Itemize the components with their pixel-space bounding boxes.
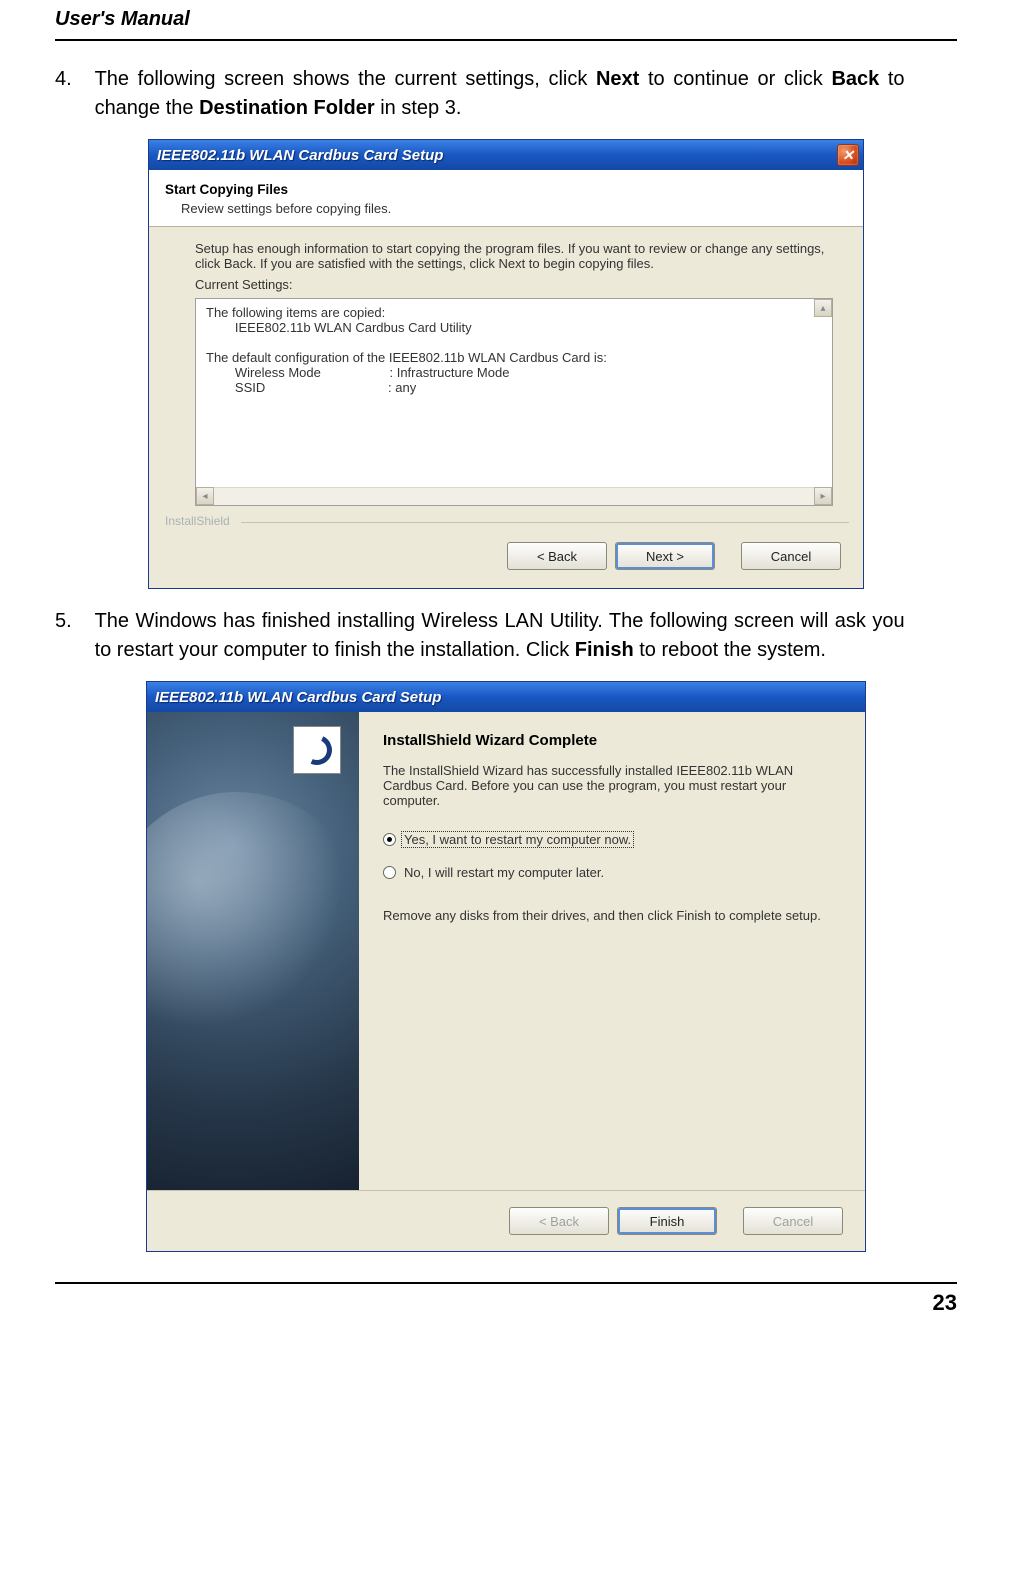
- scroll-left-button[interactable]: ◂: [196, 487, 214, 505]
- radio-yes-label: Yes, I want to restart my computer now.: [402, 832, 633, 847]
- radio-yes[interactable]: [383, 833, 396, 846]
- step-5-frag2: to reboot the system.: [634, 639, 826, 661]
- back-button[interactable]: < Back: [507, 542, 607, 570]
- wizard-header: Start Copying Files Review settings befo…: [149, 170, 863, 227]
- titlebar[interactable]: IEEE802.11b WLAN Cardbus Card Setup: [147, 682, 865, 712]
- wizard-remove-disk-text: Remove any disks from their drives, and …: [383, 908, 835, 923]
- step-5: 5. The Windows has finished installing W…: [55, 607, 957, 665]
- footer-rule: [55, 1282, 957, 1284]
- current-settings-label: Current Settings:: [195, 277, 833, 292]
- wizard-header-sub: Review settings before copying files.: [181, 201, 849, 216]
- button-row: < Back Finish Cancel: [147, 1190, 865, 1251]
- radio-no-row[interactable]: No, I will restart my computer later.: [383, 865, 835, 880]
- step-5-text: The Windows has finished installing Wire…: [95, 607, 905, 665]
- current-settings-box: The following items are copied: IEEE802.…: [195, 298, 833, 506]
- step-4-frag2: to continue or click: [639, 68, 831, 90]
- step-4-text: The following screen shows the current s…: [95, 65, 905, 123]
- step-4-bold-dest: Destination Folder: [199, 97, 375, 119]
- step-4-bold-next: Next: [596, 68, 639, 90]
- step-4: 4. The following screen shows the curren…: [55, 65, 957, 123]
- wizard-complete-heading: InstallShield Wizard Complete: [383, 732, 835, 749]
- settings-line: [206, 335, 822, 350]
- radio-no[interactable]: [383, 866, 396, 879]
- wizard-header-title: Start Copying Files: [165, 182, 849, 197]
- step-4-bold-back: Back: [831, 68, 879, 90]
- titlebar[interactable]: IEEE802.11b WLAN Cardbus Card Setup ✕: [149, 140, 863, 170]
- step-5-bold-finish: Finish: [575, 639, 634, 661]
- settings-line: IEEE802.11b WLAN Cardbus Card Utility: [206, 320, 822, 335]
- scroll-track[interactable]: [214, 487, 814, 505]
- step-4-frag4: in step 3.: [375, 97, 462, 119]
- radio-no-label: No, I will restart my computer later.: [402, 865, 606, 880]
- setup-icon: [293, 726, 341, 774]
- scroll-right-button[interactable]: ▸: [814, 487, 832, 505]
- window-title: IEEE802.11b WLAN Cardbus Card Setup: [157, 147, 837, 164]
- finish-button[interactable]: Finish: [617, 1207, 717, 1235]
- dialog-wizard-complete: IEEE802.11b WLAN Cardbus Card Setup Inst…: [146, 681, 866, 1252]
- dialog-start-copying: IEEE802.11b WLAN Cardbus Card Setup ✕ St…: [148, 139, 864, 589]
- page-number: 23: [55, 1290, 957, 1316]
- wizard-complete-text: The InstallShield Wizard has successfull…: [383, 763, 835, 808]
- wizard-info-text: Setup has enough information to start co…: [195, 241, 833, 271]
- wizard-side-graphic: [147, 712, 359, 1190]
- settings-line: SSID : any: [206, 380, 822, 395]
- next-button[interactable]: Next >: [615, 542, 715, 570]
- button-row: < Back Next > Cancel: [149, 528, 863, 588]
- scroll-up-button[interactable]: ▴: [814, 299, 832, 317]
- cancel-button[interactable]: Cancel: [741, 542, 841, 570]
- header-rule: [55, 39, 957, 41]
- page-header: User's Manual: [55, 8, 957, 31]
- cancel-button: Cancel: [743, 1207, 843, 1235]
- installshield-brand: InstallShield: [165, 514, 863, 528]
- settings-line: Wireless Mode : Infrastructure Mode: [206, 365, 822, 380]
- settings-line: The default configuration of the IEEE802…: [206, 350, 822, 365]
- step-4-number: 4.: [55, 65, 89, 94]
- settings-line: The following items are copied:: [206, 305, 822, 320]
- step-5-number: 5.: [55, 607, 89, 636]
- close-button[interactable]: ✕: [837, 144, 859, 166]
- radio-yes-row[interactable]: Yes, I want to restart my computer now.: [383, 832, 835, 847]
- close-icon: ✕: [842, 147, 854, 164]
- window-title: IEEE802.11b WLAN Cardbus Card Setup: [155, 689, 861, 706]
- step-4-frag1: The following screen shows the current s…: [95, 68, 596, 90]
- back-button: < Back: [509, 1207, 609, 1235]
